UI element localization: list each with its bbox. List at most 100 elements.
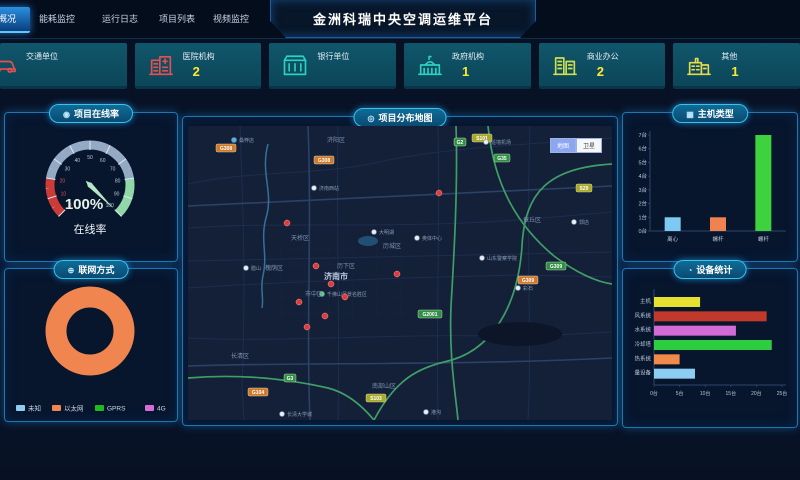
svg-text:螺杆: 螺杆	[758, 235, 770, 243]
poi-marker[interactable]	[280, 412, 285, 417]
app-title: 金洲科瑞中央空调运维平台	[270, 0, 536, 38]
tab-5[interactable]: 视频监控	[201, 7, 261, 31]
svg-text:G309: G309	[550, 264, 562, 270]
svg-text:G308: G308	[220, 146, 232, 152]
map-button-map[interactable]: 地图	[550, 138, 576, 153]
stat-card-4[interactable]: 政府机构1	[404, 43, 531, 89]
tab-2[interactable]: 能耗监控	[27, 7, 87, 31]
stat-card-label: 政府机构	[452, 51, 484, 62]
tab-1[interactable]: 概况	[0, 7, 30, 33]
map-terrain-patch	[478, 322, 562, 346]
stat-card-5[interactable]: 商业办公2	[539, 43, 666, 89]
poi-marker[interactable]	[572, 220, 577, 225]
project-marker[interactable]	[304, 324, 310, 330]
district-label: 长清区	[231, 352, 249, 360]
legend-label[interactable]: 4G	[157, 406, 166, 413]
legend-swatch[interactable]	[95, 405, 104, 411]
project-marker[interactable]	[322, 313, 328, 319]
district-label: 槐荫区	[265, 264, 283, 272]
poi-marker[interactable]	[424, 410, 429, 415]
stat-cards-row: 交通单位医院机构2 银行单位 政府机构1商业办公2 其他 1	[0, 43, 800, 89]
stat-card-value: 1	[731, 64, 738, 79]
stat-card-3[interactable]: 银行单位	[269, 43, 396, 89]
poi-label: 奥体中心	[422, 235, 442, 242]
svg-text:风系统: 风系统	[634, 311, 651, 319]
legend-swatch[interactable]	[16, 405, 25, 411]
svg-text:G308: G308	[318, 158, 330, 164]
city-map[interactable]: G308G308G309G104G2G35G309G2001G3S101S103…	[188, 126, 612, 420]
svg-text:7台: 7台	[638, 131, 647, 139]
legend-label[interactable]: 以太网	[64, 404, 84, 413]
stat-card-6[interactable]: 其他 1	[673, 43, 800, 89]
project-marker[interactable]	[436, 190, 442, 196]
project-marker[interactable]	[394, 271, 400, 277]
pie-icon: ◔	[688, 266, 693, 275]
district-label: 济阳区	[327, 136, 345, 144]
stat-card-value: 2	[597, 64, 619, 79]
tab-3[interactable]: 运行日志	[90, 7, 150, 31]
poi-label: 大明湖	[379, 229, 394, 236]
poi-label: 长清大学城	[287, 411, 312, 418]
panel-device-stats-header: ◔设备统计	[674, 260, 747, 279]
project-marker[interactable]	[284, 220, 290, 226]
poi-marker[interactable]	[415, 236, 420, 241]
svg-text:2台: 2台	[638, 200, 647, 208]
poi-marker[interactable]	[484, 140, 489, 145]
map-button-satellite[interactable]: 卫星	[576, 138, 602, 153]
svg-text:100%: 100%	[65, 196, 103, 213]
poi-label: 遥墙机场	[491, 139, 511, 146]
svg-text:80: 80	[115, 179, 121, 185]
tab-4[interactable]: 项目列表	[147, 7, 207, 31]
svg-text:G2001: G2001	[422, 312, 437, 318]
stat-card-value	[327, 64, 349, 78]
svg-text:20: 20	[60, 179, 66, 185]
poi-marker[interactable]	[244, 266, 249, 271]
project-marker[interactable]	[328, 281, 334, 287]
link-icon: ◉	[63, 110, 70, 119]
svg-text:15台: 15台	[726, 390, 737, 397]
district-label: 南部山区	[372, 382, 396, 390]
panel-device-stats: ◔设备统计 主机风系统水系统冷却塔热系统量设备0台5台10台15台20台25台	[622, 268, 798, 428]
legend-swatch[interactable]	[145, 405, 154, 411]
panel-host-type: ▦主机类型 0台1台2台3台4台5台6台7台离心螺杆螺杆	[622, 112, 798, 262]
svg-text:20台: 20台	[751, 390, 762, 397]
panel-online-rate-header: ◉项目在线率	[49, 104, 133, 123]
map-canvas[interactable]: G308G308G309G104G2G35G309G2001G3S101S103…	[188, 126, 612, 420]
district-label: 天桥区	[291, 234, 309, 242]
legend-label[interactable]: 未知	[28, 404, 41, 413]
government-icon	[416, 51, 444, 79]
stat-card-value: 2	[193, 64, 215, 79]
svg-text:在线率: 在线率	[74, 222, 107, 236]
device-stats-bar-chart: 主机风系统水系统冷却塔热系统量设备0台5台10台15台20台25台	[624, 281, 794, 423]
stat-card-label: 银行单位	[317, 51, 349, 62]
project-marker[interactable]	[296, 299, 302, 305]
poi-marker[interactable]	[516, 286, 521, 291]
svg-text:S29: S29	[580, 186, 589, 192]
district-label: 历城区	[383, 243, 401, 250]
app-title-text: 金洲科瑞中央空调运维平台	[313, 9, 493, 28]
district-label: 历下区	[337, 263, 355, 270]
bar-螺杆	[710, 217, 726, 231]
panel-online-rate: ◉项目在线率 0102030405060708090100100%在线率	[4, 112, 178, 262]
legend-swatch[interactable]	[52, 405, 61, 411]
panel-project-map: ◎项目分布地图	[182, 116, 618, 426]
poi-label: 彩石	[523, 285, 533, 292]
poi-label: 港沟	[431, 409, 441, 416]
svg-text:0台: 0台	[650, 390, 658, 397]
svg-text:70: 70	[110, 167, 116, 173]
poi-marker[interactable]	[312, 186, 317, 191]
stat-card-2[interactable]: 医院机构2	[135, 43, 262, 89]
poi-marker[interactable]	[372, 230, 377, 235]
project-marker[interactable]	[313, 263, 319, 269]
network-donut-chart: 未知 以太网 GPRS 4G	[5, 273, 175, 421]
legend-label[interactable]: GPRS	[107, 406, 126, 413]
svg-text:G35: G35	[497, 156, 507, 162]
bar-热系统	[654, 354, 680, 364]
svg-text:0台: 0台	[638, 227, 647, 235]
poi-marker[interactable]	[480, 256, 485, 261]
poi-marker[interactable]	[232, 138, 237, 143]
stat-card-label: 其他	[721, 51, 738, 62]
project-marker[interactable]	[342, 294, 348, 300]
stat-card-1[interactable]: 交通单位	[0, 43, 127, 89]
panel-network-type: ⊕联网方式 未知以太网GPRS4G	[4, 268, 178, 422]
